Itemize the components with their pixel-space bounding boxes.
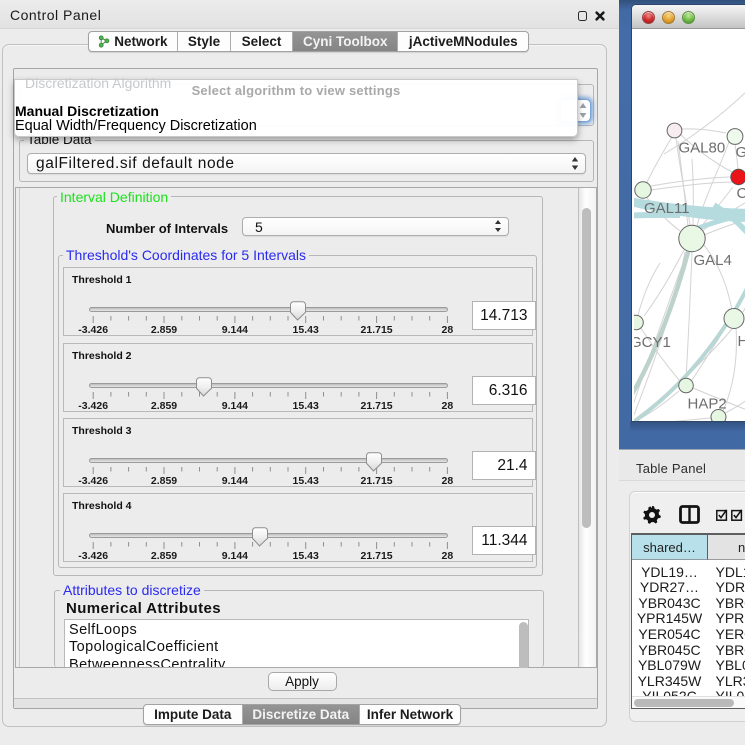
svg-text:CDC36: CDC36: [736, 185, 745, 202]
svg-text:GCY1: GCY1: [634, 334, 671, 351]
svg-text:GAL2: GAL2: [735, 144, 745, 161]
svg-text:GAL11: GAL11: [644, 200, 690, 217]
svg-text:HAP2: HAP2: [687, 396, 726, 413]
svg-text:GAL4: GAL4: [693, 252, 731, 269]
svg-text:HIS4: HIS4: [737, 333, 745, 350]
svg-text:GAL80: GAL80: [678, 140, 725, 157]
